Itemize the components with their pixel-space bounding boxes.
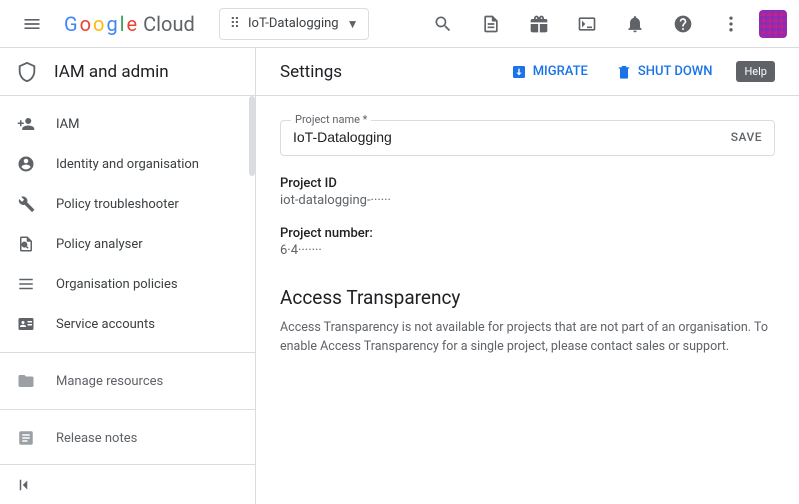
menu-icon[interactable]: [12, 4, 52, 44]
page-title: Settings: [280, 62, 342, 82]
divider: [0, 352, 255, 353]
sidebar-item-label: Service accounts: [56, 317, 155, 332]
doc-search-icon: [16, 234, 36, 254]
sidebar-item-iam[interactable]: IAM: [0, 104, 255, 144]
sidebar-header: IAM and admin: [0, 48, 255, 96]
migrate-button[interactable]: MIGRATE: [507, 58, 592, 86]
project-name-field: Project name * SAVE: [280, 120, 775, 156]
more-icon[interactable]: [711, 4, 751, 44]
sidebar-item-label: Policy analyser: [56, 237, 143, 252]
access-transparency-body: Access Transparency is not available for…: [280, 319, 775, 357]
sidebar-list: IAM Identity and organisation Policy tro…: [0, 96, 255, 464]
project-number-label: Project number:: [280, 226, 775, 241]
project-number-value: 6·4·······: [280, 243, 775, 258]
sidebar-item-identity[interactable]: Identity and organisation: [0, 144, 255, 184]
project-id-label: Project ID: [280, 176, 775, 191]
main-area: IAM and admin IAM Identity and organisat…: [0, 48, 799, 504]
sidebar-item-label: Policy troubleshooter: [56, 197, 179, 212]
badge-icon: [16, 314, 36, 334]
document-icon[interactable]: [471, 4, 511, 44]
sidebar-item-label: IAM: [56, 117, 79, 132]
content: Settings MIGRATE SHUT DOWN Help Project …: [256, 48, 799, 504]
sidebar-item-label: Identity and organisation: [56, 157, 199, 172]
avatar[interactable]: [759, 10, 787, 38]
collapse-sidebar-button[interactable]: [0, 464, 255, 504]
project-id-block: Project ID iot-datalogging-······: [280, 176, 775, 208]
sidebar-item-label: Release notes: [56, 431, 137, 446]
folder-icon: [16, 371, 36, 391]
list-icon: [16, 274, 36, 294]
shutdown-button[interactable]: SHUT DOWN: [612, 58, 717, 86]
help-icon[interactable]: [663, 4, 703, 44]
access-transparency-heading: Access Transparency: [280, 286, 775, 309]
scrollbar-thumb[interactable]: [249, 96, 255, 176]
project-name-label: Project name *: [291, 113, 371, 126]
sidebar-item-org-policies[interactable]: Organisation policies: [0, 264, 255, 304]
chevron-down-icon: ▼: [347, 17, 359, 31]
wrench-icon: [16, 194, 36, 214]
project-icon: ⠿: [230, 16, 240, 32]
sidebar-item-analyser[interactable]: Policy analyser: [0, 224, 255, 264]
google-cloud-logo[interactable]: Google Cloud: [64, 12, 195, 36]
project-name-input[interactable]: [293, 129, 731, 145]
sidebar-item-service-accounts[interactable]: Service accounts: [0, 304, 255, 344]
cloud-shell-icon[interactable]: [567, 4, 607, 44]
search-icon[interactable]: [423, 4, 463, 44]
person-circle-icon: [16, 154, 36, 174]
content-header: Settings MIGRATE SHUT DOWN Help: [256, 48, 799, 96]
chevron-left-icon: [16, 476, 34, 494]
sidebar-item-label: Organisation policies: [56, 277, 178, 292]
migrate-icon: [511, 64, 527, 80]
notes-icon: [16, 428, 36, 448]
migrate-label: MIGRATE: [533, 64, 588, 79]
sidebar-item-release-notes[interactable]: Release notes: [0, 418, 255, 458]
project-selector[interactable]: ⠿ IoT-Datalogging ▼: [219, 8, 370, 40]
sidebar: IAM and admin IAM Identity and organisat…: [0, 48, 256, 504]
divider: [0, 409, 255, 410]
sidebar-title: IAM and admin: [54, 62, 169, 82]
sidebar-item-label: Manage resources: [56, 374, 163, 389]
person-add-icon: [16, 114, 36, 134]
content-body: Project name * SAVE Project ID iot-datal…: [256, 96, 799, 381]
notifications-icon[interactable]: [615, 4, 655, 44]
top-bar: Google Cloud ⠿ IoT-Datalogging ▼: [0, 0, 799, 48]
shield-icon: [16, 61, 38, 83]
save-button[interactable]: SAVE: [731, 130, 762, 144]
project-number-block: Project number: 6·4·······: [280, 226, 775, 258]
trash-icon: [616, 64, 632, 80]
shutdown-label: SHUT DOWN: [638, 64, 713, 79]
gift-icon[interactable]: [519, 4, 559, 44]
project-id-value: iot-datalogging-······: [280, 193, 775, 208]
sidebar-item-manage-resources[interactable]: Manage resources: [0, 361, 255, 401]
help-badge[interactable]: Help: [736, 61, 775, 82]
sidebar-item-troubleshooter[interactable]: Policy troubleshooter: [0, 184, 255, 224]
project-selector-name: IoT-Datalogging: [248, 16, 339, 31]
logo-cloud-text: Cloud: [143, 12, 195, 36]
